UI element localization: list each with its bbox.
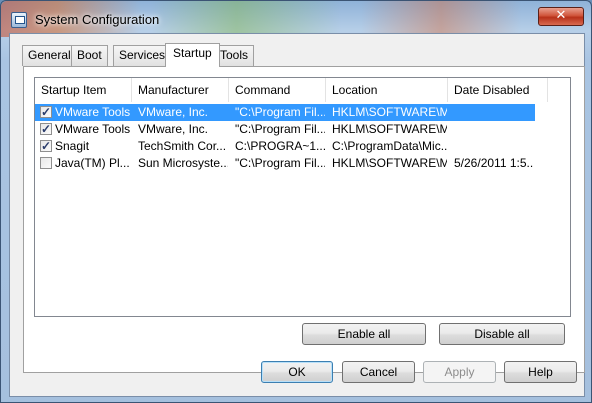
disable-all-button[interactable]: Disable all: [439, 323, 565, 345]
column-date-disabled[interactable]: Date Disabled: [448, 78, 548, 102]
tab-boot[interactable]: Boot: [71, 45, 108, 66]
tab-services[interactable]: Services: [113, 45, 172, 66]
close-button[interactable]: ✕: [538, 7, 584, 26]
tab-startup[interactable]: Startup: [165, 43, 220, 67]
checkbox-empty-icon[interactable]: [40, 157, 52, 169]
table-row[interactable]: VMware Tools VMware, Inc. "C:\Program Fi…: [35, 104, 535, 121]
tab-general[interactable]: General: [22, 45, 77, 66]
window-title: System Configuration: [35, 12, 160, 27]
enable-all-button[interactable]: Enable all: [302, 323, 426, 345]
table-row[interactable]: Snagit TechSmith Cor... C:\PROGRA~1... C…: [35, 138, 535, 155]
dialog-body: General Boot Services Startup Tools Star…: [9, 33, 585, 397]
table-row[interactable]: Java(TM) Pl... Sun Microsyste... "C:\Pro…: [35, 155, 535, 172]
ok-button[interactable]: OK: [261, 361, 333, 383]
startup-panel: Startup Item Manufacturer Command Locati…: [23, 66, 585, 373]
checkmark-icon[interactable]: [40, 138, 52, 155]
apply-button[interactable]: Apply: [423, 361, 496, 383]
checkmark-icon[interactable]: [40, 121, 52, 138]
window-frame: System Configuration ✕ General Boot Serv…: [0, 0, 592, 403]
column-manufacturer[interactable]: Manufacturer: [132, 78, 229, 102]
column-startup-item[interactable]: Startup Item: [35, 78, 132, 102]
startup-list[interactable]: Startup Item Manufacturer Command Locati…: [34, 77, 571, 317]
column-command[interactable]: Command: [229, 78, 326, 102]
system-config-icon: [11, 12, 27, 28]
table-row[interactable]: VMware Tools VMware, Inc. "C:\Program Fi…: [35, 121, 535, 138]
cancel-button[interactable]: Cancel: [342, 361, 415, 383]
help-button[interactable]: Help: [504, 361, 577, 383]
column-location[interactable]: Location: [326, 78, 448, 102]
tab-tools[interactable]: Tools: [214, 45, 255, 66]
checkmark-icon[interactable]: [40, 104, 52, 121]
